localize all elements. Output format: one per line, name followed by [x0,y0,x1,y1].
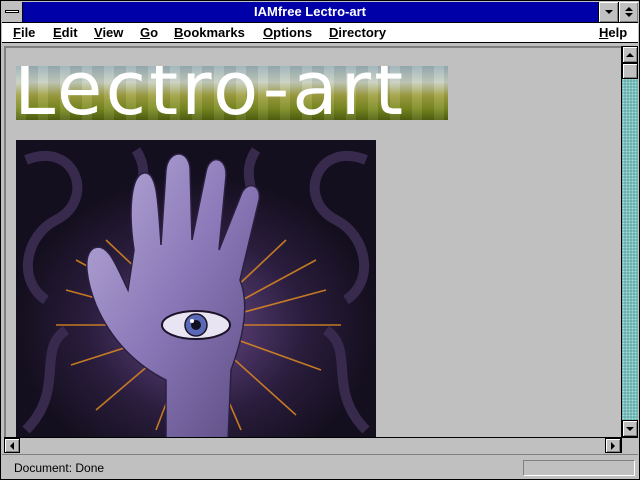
banner-image: Lectro-art [16,66,448,120]
document-view[interactable]: Lectro-art [4,46,621,437]
menu-bar: File Edit View Go Bookmarks Options Dire… [2,23,638,43]
scrollbar-corner [621,437,638,453]
maximize-button[interactable] [618,2,638,22]
horizontal-scroll-track[interactable] [20,438,605,453]
vertical-scroll-track[interactable] [622,63,638,420]
banner-title: Lectro-art [16,66,407,120]
menu-edit[interactable]: Edit [53,25,78,40]
minimize-button[interactable] [598,2,618,22]
arrow-up-icon [626,52,634,57]
menu-help[interactable]: Help [599,25,627,40]
arrow-left-icon [10,441,14,450]
status-bar: Document: Done [2,454,638,479]
scroll-down-button[interactable] [622,420,638,437]
progress-indicator [523,460,635,476]
arrow-right-icon [611,441,615,450]
menu-go[interactable]: Go [140,25,158,40]
menu-file[interactable]: File [13,25,35,40]
window-title: IAMfree Lectro-art [254,4,366,19]
menu-view[interactable]: View [94,25,123,40]
minimize-icon [604,10,613,14]
scroll-right-button[interactable] [605,438,621,453]
title-bar[interactable]: IAMfree Lectro-art [2,2,638,23]
maximize-icon [624,7,633,17]
horizontal-scrollbar[interactable] [4,437,621,453]
vertical-scrollbar[interactable] [621,46,638,437]
menu-options[interactable]: Options [263,25,312,40]
artwork-image [16,140,376,437]
vertical-scroll-thumb[interactable] [622,63,638,79]
system-menu-icon[interactable] [2,2,23,22]
arrow-down-icon [626,426,634,431]
browser-window: IAMfree Lectro-art File Edit View Go Boo… [0,0,640,480]
menu-directory[interactable]: Directory [329,25,386,40]
scroll-left-button[interactable] [4,438,20,453]
menu-bookmarks[interactable]: Bookmarks [174,25,245,40]
status-text: Document: Done [14,461,105,475]
eye-in-hand-illustration [16,140,376,437]
scroll-up-button[interactable] [622,46,638,63]
